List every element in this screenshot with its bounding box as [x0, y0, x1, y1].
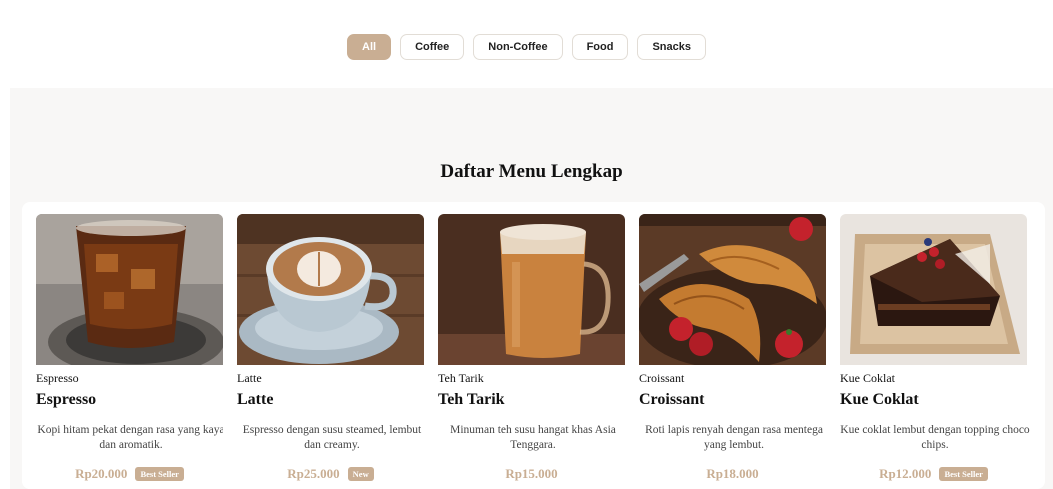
filter-snacks-button[interactable]: Snacks: [637, 34, 706, 60]
menu-card[interactable]: Croissant Croissant Roti lapis renyah de…: [625, 214, 826, 489]
card-description: Roti lapis renyah dengan rasa mentega ya…: [645, 424, 823, 451]
card-name: Latte: [237, 391, 274, 408]
card-description: Minuman teh susu hangat khas Asia Tengga…: [450, 424, 616, 451]
card-footer: Rp25.000 New: [237, 466, 424, 482]
menu-card[interactable]: Latte Latte Espresso dengan susu steamed…: [223, 214, 424, 489]
card-category: Teh Tarik: [438, 371, 484, 385]
card-description: Kopi hitam pekat dengan rasa yang kaya d…: [37, 424, 225, 451]
menu-section: Daftar Menu Lengkap Espresso Espresso Ko…: [10, 88, 1053, 489]
card-footer: Rp12.000 Best Seller: [840, 466, 1027, 482]
card-footer: Rp18.000: [639, 466, 826, 482]
card-price: Rp15.000: [505, 466, 558, 481]
card-name: Croissant: [639, 391, 705, 408]
card-badge: New: [347, 467, 374, 481]
menu-card[interactable]: Teh Tarik Teh Tarik Minuman teh susu han…: [424, 214, 625, 489]
menu-card[interactable]: Kue Coklat Kue Coklat Kue coklat lembut …: [826, 214, 1030, 489]
card-footer: Rp20.000 Best Seller: [36, 466, 223, 482]
card-category: Kue Coklat: [840, 371, 895, 385]
card-footer: Rp15.000: [438, 466, 625, 482]
card-badge: Best Seller: [135, 467, 184, 481]
card-description: Espresso dengan susu steamed, lembut dan…: [242, 424, 422, 451]
filter-coffee-button[interactable]: Coffee: [400, 34, 465, 60]
card-badge: Best Seller: [939, 467, 988, 481]
section-title: Daftar Menu Lengkap: [440, 161, 623, 182]
card-category: Croissant: [639, 371, 685, 385]
filter-all-button[interactable]: All: [347, 34, 392, 60]
menu-card[interactable]: Espresso Espresso Kopi hitam pekat denga…: [22, 214, 225, 489]
teh-tarik-image: [438, 214, 625, 365]
espresso-image: [36, 214, 223, 365]
kue-coklat-image: [840, 214, 1027, 365]
croissant-image: [639, 214, 826, 365]
card-name: Teh Tarik: [438, 391, 505, 408]
latte-image: [237, 214, 424, 365]
category-filter-bar: All Coffee Non-Coffee Food Snacks: [0, 34, 1053, 60]
card-price: Rp18.000: [706, 466, 759, 481]
card-description: Kue coklat lembut dengan topping choco c…: [840, 424, 1030, 451]
card-category: Latte: [237, 371, 262, 385]
card-price: Rp12.000: [879, 466, 932, 481]
card-price: Rp25.000: [287, 466, 340, 481]
card-price: Rp20.000: [75, 466, 128, 481]
card-name: Espresso: [36, 391, 97, 408]
menu-card-list: Espresso Espresso Kopi hitam pekat denga…: [22, 202, 1045, 489]
card-category: Espresso: [36, 371, 79, 385]
card-name: Kue Coklat: [840, 391, 919, 408]
filter-non-coffee-button[interactable]: Non-Coffee: [473, 34, 563, 60]
filter-food-button[interactable]: Food: [571, 34, 629, 60]
